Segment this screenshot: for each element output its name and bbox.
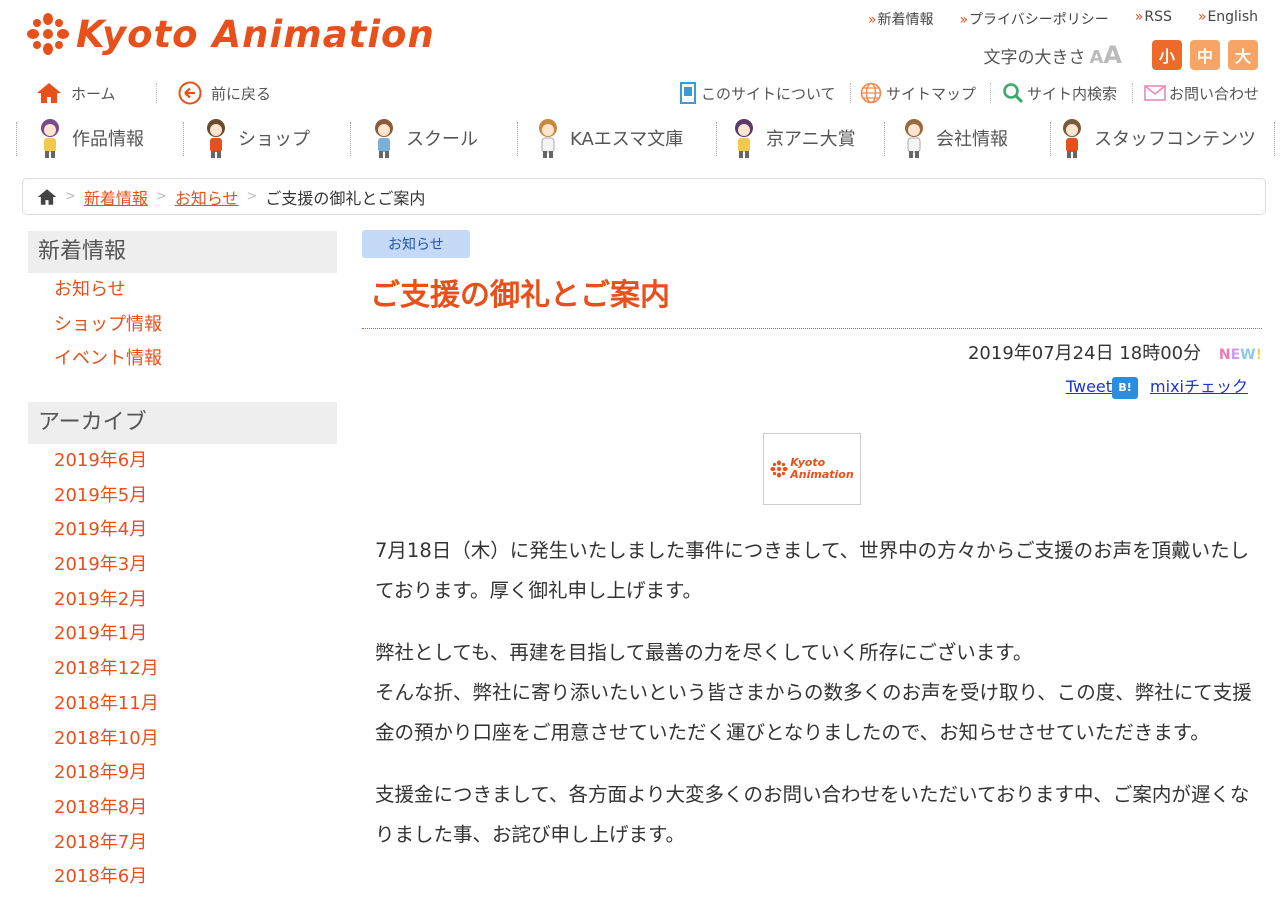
article-paragraph: 支援金につきまして、各方面より大変多くのお問い合わせをいただいております中、ご案… bbox=[375, 782, 1250, 846]
sidebar-item-shop-info[interactable]: ショップ情報 bbox=[28, 308, 337, 343]
sidebar-item-notice[interactable]: お知らせ bbox=[28, 273, 337, 308]
mixi-check-link[interactable]: mixiチェック bbox=[1150, 377, 1248, 396]
character-icon bbox=[375, 119, 393, 158]
site-search-link[interactable]: サイト内検索 bbox=[1002, 80, 1117, 106]
breadcrumb-current: ご支援の御礼とご案内 bbox=[265, 188, 426, 208]
article-paragraph: 弊社としても、再建を目指して最善の力を尽くしていく所存にございます。 bbox=[375, 640, 1033, 664]
thumb-logo-line-1: Kyoto bbox=[790, 455, 826, 469]
breadcrumb-notice-link[interactable]: お知らせ bbox=[175, 185, 239, 209]
hatena-bookmark-button[interactable]: B! bbox=[1112, 376, 1139, 399]
home-icon bbox=[37, 83, 61, 103]
category-badge: お知らせ bbox=[362, 230, 470, 258]
nav-ka-esuma-bunko[interactable]: KAエスマ文庫 bbox=[534, 116, 683, 160]
home-link[interactable]: ホーム bbox=[36, 80, 116, 106]
article: お知らせ ご支援の御礼とご案内 2019年07月24日 18時00分 NEW! … bbox=[362, 230, 1262, 877]
archive-item[interactable]: 2018年8月 bbox=[28, 791, 337, 826]
chevron-right-icon: > bbox=[155, 189, 167, 204]
nav-staff-contents[interactable]: スタッフコンテンツ bbox=[1058, 116, 1256, 160]
article-body: 7月18日（木）に発生いたしました事件につきまして、世界中の方々からご支援のお声… bbox=[375, 531, 1262, 855]
article-date: 2019年07月24日 18時00分 bbox=[967, 343, 1202, 364]
breadcrumb-news-link[interactable]: 新着情報 bbox=[84, 185, 148, 209]
archive-item[interactable]: 2019年5月 bbox=[28, 479, 337, 514]
utility-nav: ホーム 前に戻る このサイトについて サイトマップ サイト内検索 お問い合わせ bbox=[0, 80, 1280, 108]
page-icon bbox=[680, 82, 696, 104]
sidebar-archive-heading: アーカイブ bbox=[28, 402, 337, 444]
sidebar-news: 新着情報 お知らせ ショップ情報 イベント情報 bbox=[28, 231, 337, 377]
font-size-label: 文字の大きさ bbox=[983, 47, 1086, 68]
nav-works[interactable]: 作品情報 bbox=[36, 116, 144, 160]
character-icon bbox=[1063, 119, 1081, 158]
nav-company[interactable]: 会社情報 bbox=[900, 116, 1008, 160]
character-icon bbox=[539, 119, 557, 158]
archive-item[interactable]: 2019年6月 bbox=[28, 444, 337, 479]
logo-flower-icon bbox=[770, 459, 788, 478]
breadcrumb: > 新着情報 > お知らせ > ご支援の御礼とご案内 bbox=[22, 178, 1266, 215]
chevron-right-icon: > bbox=[246, 189, 258, 204]
article-thumbnail: Kyoto Animation bbox=[763, 432, 861, 505]
share-links: Tweet B! mixiチェック bbox=[362, 373, 1262, 399]
logo-text: Kyoto Animation bbox=[76, 12, 435, 56]
article-paragraph: そんな折、弊社に寄り添いたいという皆さまからの数多くのお声を受け取り、この度、弊… bbox=[375, 680, 1252, 744]
top-link-english[interactable]: »English bbox=[1198, 9, 1258, 29]
new-badge: NEW! bbox=[1218, 347, 1262, 363]
character-icon bbox=[207, 119, 225, 158]
site-logo[interactable]: Kyoto Animation bbox=[26, 12, 435, 56]
article-title: ご支援の御礼とご案内 bbox=[370, 278, 670, 313]
contact-link[interactable]: お問い合わせ bbox=[1144, 80, 1259, 106]
archive-item[interactable]: 2019年4月 bbox=[28, 513, 337, 548]
logo-flower-icon bbox=[27, 13, 69, 55]
about-site-link[interactable]: このサイトについて bbox=[680, 80, 836, 106]
character-icon bbox=[735, 119, 753, 158]
search-icon bbox=[1003, 83, 1024, 104]
chevron-right-icon: > bbox=[65, 189, 76, 204]
character-icon bbox=[41, 119, 59, 158]
archive-item[interactable]: 2019年2月 bbox=[28, 583, 337, 618]
top-link-privacy[interactable]: »プライバシーポリシー bbox=[959, 9, 1108, 29]
archive-item[interactable]: 2018年6月 bbox=[28, 860, 337, 895]
article-paragraph: 7月18日（木）に発生いたしました事件につきまして、世界中の方々からご支援のお声… bbox=[375, 538, 1250, 602]
character-icon bbox=[905, 119, 923, 158]
font-size-switcher: 文字の大きさ AA 小 中 大 bbox=[983, 40, 1258, 70]
archive-item[interactable]: 2018年10月 bbox=[28, 722, 337, 757]
font-size-icon: AA bbox=[1089, 41, 1122, 69]
back-link[interactable]: 前に戻る bbox=[178, 80, 271, 106]
article-date-row: 2019年07月24日 18時00分 NEW! bbox=[362, 339, 1262, 365]
top-links: »新着情報 »プライバシーポリシー »RSS »English bbox=[868, 9, 1258, 29]
archive-item[interactable]: 2018年12月 bbox=[28, 652, 337, 687]
nav-school[interactable]: スクール bbox=[370, 116, 478, 160]
title-divider bbox=[362, 328, 1262, 329]
sidebar-item-event-info[interactable]: イベント情報 bbox=[28, 342, 337, 377]
nav-shop[interactable]: ショップ bbox=[202, 116, 310, 160]
archive-item[interactable]: 2018年7月 bbox=[28, 826, 337, 861]
back-arrow-icon bbox=[178, 81, 202, 105]
sidebar-news-heading: 新着情報 bbox=[28, 231, 337, 273]
font-size-medium-button[interactable]: 中 bbox=[1190, 40, 1220, 70]
font-size-small-button[interactable]: 小 bbox=[1152, 40, 1182, 70]
mail-icon bbox=[1144, 85, 1166, 101]
globe-icon bbox=[860, 82, 882, 104]
archive-item[interactable]: 2019年3月 bbox=[28, 548, 337, 583]
sitemap-link[interactable]: サイトマップ bbox=[860, 80, 976, 106]
nav-kyoani-award[interactable]: 京アニ大賞 bbox=[730, 116, 856, 160]
archive-item[interactable]: 2019年1月 bbox=[28, 617, 337, 652]
main-nav: 作品情報 ショップ スクール KAエスマ文庫 京アニ大賞 会社情報 スタッフコン… bbox=[0, 116, 1280, 162]
top-link-news[interactable]: »新着情報 bbox=[868, 9, 934, 29]
tweet-link[interactable]: Tweet bbox=[1066, 377, 1112, 396]
home-icon[interactable] bbox=[37, 188, 57, 206]
sidebar-archive: アーカイブ 2019年6月 2019年5月 2019年4月 2019年3月 20… bbox=[28, 402, 337, 895]
archive-item[interactable]: 2018年11月 bbox=[28, 687, 337, 722]
top-link-rss[interactable]: »RSS bbox=[1135, 9, 1172, 29]
thumb-logo-line-2: Animation bbox=[790, 467, 854, 481]
archive-item[interactable]: 2018年9月 bbox=[28, 756, 337, 791]
font-size-large-button[interactable]: 大 bbox=[1228, 40, 1258, 70]
